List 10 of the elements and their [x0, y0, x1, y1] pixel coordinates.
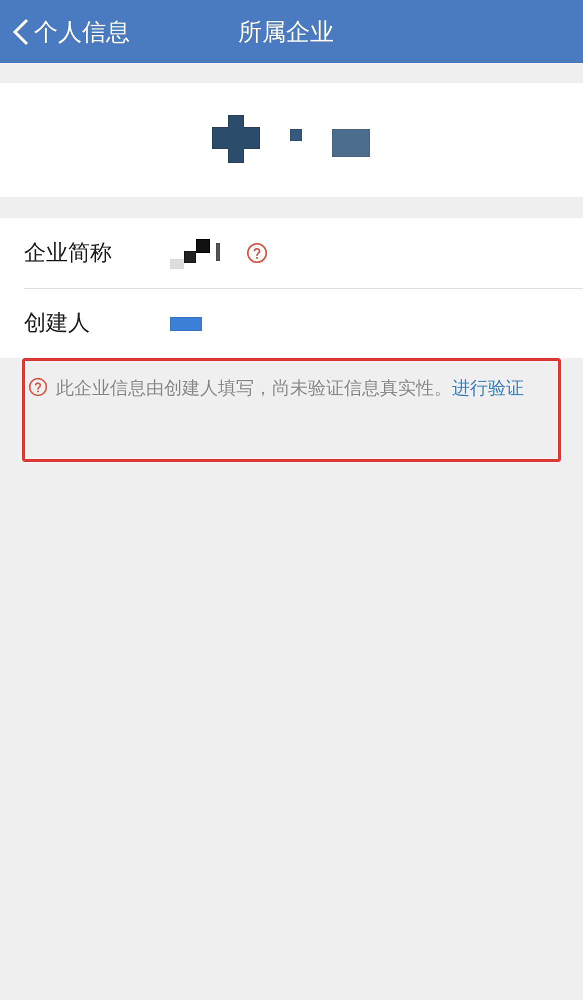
help-icon: [246, 242, 268, 264]
back-button[interactable]: 个人信息: [0, 14, 130, 50]
notice-text: 此企业信息由创建人填写，尚未验证信息真实性。进行验证: [56, 377, 524, 401]
back-icon: [12, 18, 30, 46]
redacted-mark: [170, 316, 202, 330]
verify-link[interactable]: 进行验证: [452, 378, 524, 399]
field-label: 创建人: [24, 310, 91, 338]
page-title: 所属企业: [238, 16, 334, 48]
field-label: 企业简称: [24, 240, 113, 268]
help-icon: [28, 377, 48, 397]
